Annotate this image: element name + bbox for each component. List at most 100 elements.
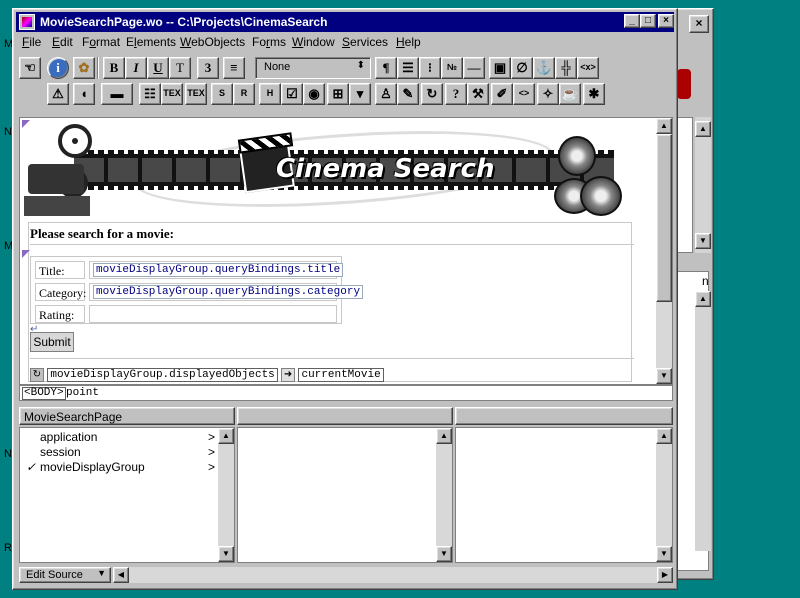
- background-scroll-up-button-lower[interactable]: ▲: [695, 291, 711, 307]
- italic-button[interactable]: I: [125, 57, 147, 79]
- browser-item-moviedisplaygroup[interactable]: ✓ movieDisplayGroup >: [26, 460, 215, 474]
- lines-icon[interactable]: ☰: [397, 57, 419, 79]
- person-icon[interactable]: ♙: [375, 83, 397, 105]
- coffee-icon[interactable]: ☕: [559, 83, 581, 105]
- text-icon[interactable]: TEX: [161, 83, 183, 105]
- form-icon[interactable]: ◖: [73, 83, 95, 105]
- pane2-scrollbar[interactable]: ▲ ▼: [436, 428, 452, 562]
- path-current[interactable]: point: [66, 387, 99, 399]
- text-field-icon[interactable]: ▬: [101, 83, 133, 105]
- repetition-icon[interactable]: ↻: [30, 368, 44, 382]
- pane3-scrollbar[interactable]: ▲ ▼: [656, 428, 672, 562]
- pane1-scrollbar[interactable]: ▲ ▼: [218, 428, 234, 562]
- menu-services[interactable]: Services: [342, 35, 388, 49]
- bullet-list-icon[interactable]: ⁝: [419, 57, 441, 79]
- bold-button[interactable]: B: [103, 57, 125, 79]
- menu-format[interactable]: Format: [82, 35, 120, 49]
- reset-icon[interactable]: R: [233, 83, 255, 105]
- browser-list-icon[interactable]: ☷: [139, 83, 161, 105]
- toolbar-separator: [97, 57, 99, 79]
- menu-help[interactable]: Help: [396, 35, 421, 49]
- mode-select[interactable]: Edit Source ▼: [19, 567, 111, 583]
- title-field[interactable]: movieDisplayGroup.queryBindings.title: [89, 261, 344, 279]
- submit-button[interactable]: Submit: [30, 332, 74, 352]
- html-tag-icon[interactable]: <x>: [577, 57, 599, 79]
- radio-icon[interactable]: ◉: [303, 83, 325, 105]
- scroll-down-button[interactable]: ▼: [656, 368, 672, 384]
- rating-field[interactable]: [89, 305, 337, 323]
- typewriter-button[interactable]: T: [169, 57, 191, 79]
- link-icon[interactable]: ∅: [511, 57, 533, 79]
- menu-forms[interactable]: Forms: [252, 35, 286, 49]
- inspector-icon[interactable]: ☜: [19, 57, 41, 79]
- align-icon[interactable]: ≡: [223, 57, 245, 79]
- background-scroll-up-button[interactable]: ▲: [695, 121, 711, 137]
- menu-file[interactable]: File: [22, 35, 41, 49]
- scroll-thumb[interactable]: [656, 134, 672, 302]
- app-icon[interactable]: [19, 14, 35, 30]
- edit-image-icon[interactable]: ✐: [491, 83, 513, 105]
- scroll-left-button[interactable]: ◀: [113, 567, 129, 583]
- wrench-icon[interactable]: ⚒: [467, 83, 489, 105]
- popup-icon[interactable]: ▾: [349, 83, 371, 105]
- scroll-down-button[interactable]: ▼: [656, 546, 672, 562]
- scroll-up-button[interactable]: ▲: [656, 118, 672, 134]
- pencil-icon[interactable]: ✎: [397, 83, 419, 105]
- horizontal-scrollbar[interactable]: ◀ ▶: [113, 567, 673, 583]
- category-binding: movieDisplayGroup.queryBindings.category: [93, 285, 364, 299]
- menu-elements[interactable]: Elements: [126, 35, 176, 49]
- scroll-down-button[interactable]: ▼: [218, 546, 234, 562]
- warning-icon[interactable]: ⚠: [47, 83, 69, 105]
- palette-icon[interactable]: ✿: [73, 57, 95, 79]
- close-button[interactable]: ×: [658, 14, 674, 28]
- string-icon[interactable]: S: [211, 83, 233, 105]
- minimize-button[interactable]: _: [624, 14, 640, 28]
- horizontal-rule-icon[interactable]: —: [463, 57, 485, 79]
- menu-webobjects[interactable]: WebObjects: [180, 35, 245, 49]
- document-editor[interactable]: Cinema Search Please search for a movie:…: [19, 117, 673, 385]
- magic-icon[interactable]: ✧: [537, 83, 559, 105]
- code-icon[interactable]: <>: [513, 83, 535, 105]
- checkbox-icon[interactable]: ☑: [281, 83, 303, 105]
- image-icon[interactable]: ▣: [489, 57, 511, 79]
- info-icon[interactable]: i: [47, 57, 69, 79]
- scroll-up-button[interactable]: ▲: [436, 428, 452, 444]
- background-close-button[interactable]: ×: [689, 15, 709, 33]
- menu-edit[interactable]: Edit: [52, 35, 73, 49]
- browser-pane-3[interactable]: ▲ ▼: [455, 427, 673, 563]
- table-icon[interactable]: ╬: [555, 57, 577, 79]
- underline-button[interactable]: U: [147, 57, 169, 79]
- path-tag-body[interactable]: <BODY>: [22, 387, 66, 400]
- paragraph-style-select[interactable]: None ⬍: [255, 57, 371, 79]
- background-scroll-down-button[interactable]: ▼: [695, 233, 711, 249]
- image-button-icon[interactable]: ⊞: [327, 83, 349, 105]
- browser-item-session[interactable]: session >: [40, 445, 215, 459]
- check-icon: ✓: [26, 460, 37, 474]
- maximize-button[interactable]: □: [640, 14, 656, 28]
- repetition-element[interactable]: ↻ movieDisplayGroup.displayedObjects ➜ c…: [30, 368, 384, 384]
- help-icon[interactable]: ?: [445, 83, 467, 105]
- menu-window[interactable]: Window: [292, 35, 335, 49]
- background-scrollbar-lower[interactable]: ▲: [695, 291, 711, 551]
- category-field[interactable]: movieDisplayGroup.queryBindings.category: [89, 283, 364, 301]
- title-bar[interactable]: MovieSearchPage.wo -- C:\Projects\Cinema…: [16, 12, 674, 32]
- background-scrollbar[interactable]: ▲ ▼: [695, 117, 711, 253]
- star-icon[interactable]: ✱: [583, 83, 605, 105]
- browser-item-application[interactable]: application >: [40, 430, 215, 444]
- repetition-list-binding: movieDisplayGroup.displayedObjects: [47, 368, 278, 382]
- scroll-down-button[interactable]: ▼: [436, 546, 452, 562]
- scroll-right-button[interactable]: ▶: [657, 567, 673, 583]
- browser-pane-1[interactable]: application > session > ✓ movieDisplayGr…: [19, 427, 235, 563]
- refresh-icon[interactable]: ↻: [421, 83, 443, 105]
- anchor-icon[interactable]: ⚓: [533, 57, 555, 79]
- browser-pane-2[interactable]: ▲ ▼: [237, 427, 453, 563]
- numbered-list-icon[interactable]: №: [441, 57, 463, 79]
- hidden-icon[interactable]: H: [259, 83, 281, 105]
- font-size-button[interactable]: 3: [197, 57, 219, 79]
- paragraph-icon[interactable]: ¶: [375, 57, 397, 79]
- scroll-up-button[interactable]: ▲: [656, 428, 672, 444]
- scroll-up-button[interactable]: ▲: [218, 428, 234, 444]
- document-vertical-scrollbar[interactable]: ▲ ▼: [656, 118, 672, 384]
- form-marker-icon[interactable]: [22, 250, 30, 258]
- text-area-icon[interactable]: TEX: [185, 83, 207, 105]
